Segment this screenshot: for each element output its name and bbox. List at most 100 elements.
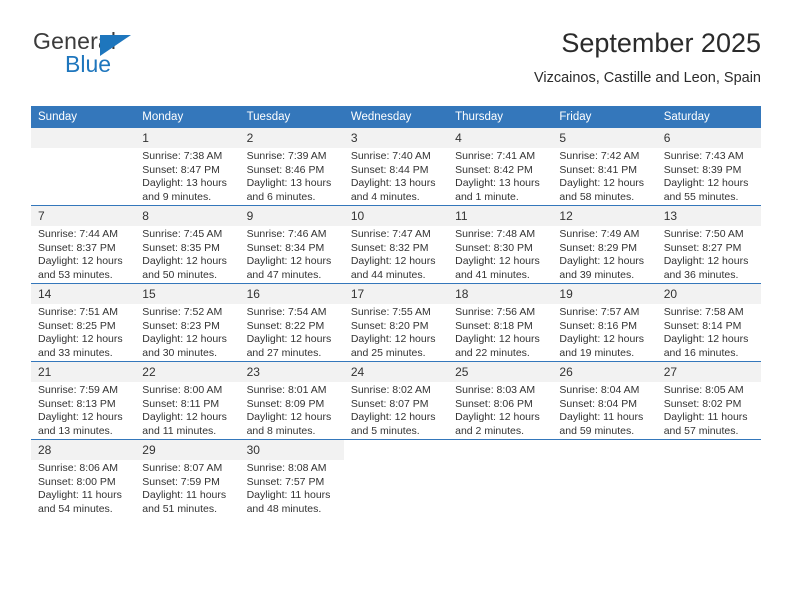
day-details: Sunrise: 7:43 AM Sunset: 8:39 PM Daylight:… [657,148,761,204]
calendar-day-cell[interactable]: 17 Sunrise: 7:55 AM Sunset: 8:20 PM Dayligh… [343,283,449,362]
day-number: 2 [239,128,344,148]
calendar-day-cell[interactable]: 27 Sunrise: 8:05 AM Sunset: 8:02 PM Dayligh… [656,361,761,440]
calendar-day-cell[interactable]: 12 Sunrise: 7:49 AM Sunset: 8:29 PM Dayligh… [552,205,657,284]
calendar-day-cell[interactable]: 3 Sunrise: 7:40 AM Sunset: 8:44 PM Daylight… [343,128,449,206]
day-number: 9 [239,206,344,226]
sunrise-text: Sunrise: 7:41 AM [455,150,536,162]
sunrise-text: Sunrise: 7:46 AM [246,228,327,240]
day-number: 7 [31,206,136,226]
calendar-day-cell[interactable]: 16 Sunrise: 7:54 AM Sunset: 8:22 PM Dayligh… [239,283,344,362]
calendar-day-cell[interactable]: 2 Sunrise: 7:39 AM Sunset: 8:46 PM Daylight… [239,128,344,206]
weekday-header-wednesday: Wednesday [343,106,449,128]
calendar-day-cell[interactable]: 15 Sunrise: 7:52 AM Sunset: 8:23 PM Dayligh… [135,283,240,362]
day-details: Sunrise: 8:01 AM Sunset: 8:09 PM Daylight:… [240,382,344,438]
calendar-day-cell[interactable]: 22 Sunrise: 8:00 AM Sunset: 8:11 PM Dayligh… [135,361,240,440]
day-number: 1 [135,128,240,148]
calendar-day-cell[interactable]: 14 Sunrise: 7:51 AM Sunset: 8:25 PM Dayligh… [31,283,136,362]
day-number [448,440,553,460]
day-number: 25 [448,362,553,382]
calendar-day-cell[interactable]: 11 Sunrise: 7:48 AM Sunset: 8:30 PM Dayligh… [448,205,553,284]
daylight-text: Daylight: 12 hours and 13 minutes. [38,411,123,437]
calendar-day-cell[interactable]: 4 Sunrise: 7:41 AM Sunset: 8:42 PM Daylight… [448,128,553,206]
calendar-day-cell[interactable]: 13 Sunrise: 7:50 AM Sunset: 8:27 PM Dayligh… [656,205,761,284]
calendar-day-cell[interactable]: 5 Sunrise: 7:42 AM Sunset: 8:41 PM Daylight… [552,128,657,206]
sunset-text: Sunset: 8:29 PM [559,241,638,254]
daylight-text: Daylight: 12 hours and 47 minutes. [246,255,332,281]
calendar-day-cell[interactable]: 25 Sunrise: 8:03 AM Sunset: 8:06 PM Dayligh… [448,361,553,440]
calendar-day-cell[interactable]: 28 Sunrise: 8:06 AM Sunset: 8:00 PM Dayligh… [31,439,136,517]
daylight-text: Daylight: 12 hours and 58 minutes. [559,177,645,203]
calendar-day-cell[interactable]: 20 Sunrise: 7:58 AM Sunset: 8:14 PM Dayligh… [656,283,761,362]
sunrise-text: Sunrise: 7:47 AM [350,228,431,240]
sunset-text: Sunset: 8:47 PM [142,163,220,176]
daylight-text: Daylight: 12 hours and 27 minutes. [246,333,332,359]
calendar-day-cell[interactable]: 18 Sunrise: 7:56 AM Sunset: 8:18 PM Dayligh… [448,283,553,362]
day-details: Sunrise: 8:06 AM Sunset: 8:00 PM Daylight:… [31,460,135,516]
calendar-day-cell[interactable]: 19 Sunrise: 7:57 AM Sunset: 8:16 PM Dayligh… [552,283,657,362]
daylight-text: Daylight: 12 hours and 5 minutes. [350,411,436,437]
day-details: Sunrise: 7:52 AM Sunset: 8:23 PM Daylight:… [135,304,239,360]
calendar-day-cell[interactable]: 1 Sunrise: 7:38 AM Sunset: 8:47 PM Daylight… [135,128,240,206]
weekday-header-row: Sunday Monday Tuesday Wednesday Thursday… [31,106,761,128]
calendar-day-cell[interactable]: 6 Sunrise: 7:43 AM Sunset: 8:39 PM Daylight… [656,128,761,206]
calendar-day-cell[interactable]: 9 Sunrise: 7:46 AM Sunset: 8:34 PM Daylight… [239,205,344,284]
daylight-text: Daylight: 11 hours and 51 minutes. [142,489,227,515]
sunrise-text: Sunrise: 7:56 AM [455,306,536,318]
day-details: Sunrise: 7:45 AM Sunset: 8:35 PM Daylight:… [135,226,239,282]
day-details: Sunrise: 8:07 AM Sunset: 7:59 PM Daylight:… [135,460,239,516]
daylight-text: Daylight: 12 hours and 25 minutes. [350,333,436,359]
day-details: Sunrise: 7:57 AM Sunset: 8:16 PM Daylight:… [552,304,656,360]
weekday-header-friday: Friday [552,106,657,128]
sunrise-text: Sunrise: 8:07 AM [142,462,223,474]
day-details: Sunrise: 7:51 AM Sunset: 8:25 PM Daylight:… [31,304,135,360]
sunrise-text: Sunrise: 7:49 AM [559,228,640,240]
generalblue-logo[interactable]: General Blue [31,26,211,84]
sunrise-text: Sunrise: 8:01 AM [246,384,327,396]
day-number: 20 [656,284,761,304]
calendar-day-cell[interactable]: 21 Sunrise: 7:59 AM Sunset: 8:13 PM Dayligh… [31,361,136,440]
calendar-day-cell[interactable]: 24 Sunrise: 8:02 AM Sunset: 8:07 PM Dayligh… [343,361,449,440]
sunrise-text: Sunrise: 7:51 AM [38,306,118,318]
calendar-day-cell[interactable]: 23 Sunrise: 8:01 AM Sunset: 8:09 PM Dayligh… [239,361,344,440]
sunset-text: Sunset: 8:09 PM [246,397,325,410]
calendar-week-row: 14 Sunrise: 7:51 AM Sunset: 8:25 PM Dayligh… [31,283,761,362]
daylight-text: Daylight: 12 hours and 22 minutes. [455,333,540,359]
calendar-day-cell[interactable]: 29 Sunrise: 8:07 AM Sunset: 7:59 PM Dayligh… [135,439,240,517]
day-number: 5 [552,128,657,148]
day-details: Sunrise: 8:04 AM Sunset: 8:04 PM Daylight:… [552,382,656,438]
daylight-text: Daylight: 12 hours and 11 minutes. [142,411,227,437]
sunrise-text: Sunrise: 7:52 AM [142,306,223,318]
calendar-empty-cell [656,439,761,517]
sunrise-text: Sunrise: 8:08 AM [246,462,327,474]
page-title: September 2025 [561,28,761,58]
day-number: 3 [343,128,449,148]
daylight-text: Daylight: 13 hours and 1 minute. [455,177,540,203]
calendar-empty-cell [552,439,657,517]
daylight-text: Daylight: 12 hours and 36 minutes. [663,255,749,281]
day-number: 27 [656,362,761,382]
calendar-day-cell[interactable]: 26 Sunrise: 8:04 AM Sunset: 8:04 PM Dayligh… [552,361,657,440]
sunrise-text: Sunrise: 7:44 AM [38,228,118,240]
calendar-day-cell[interactable]: 7 Sunrise: 7:44 AM Sunset: 8:37 PM Daylight… [31,205,136,284]
sunset-text: Sunset: 8:32 PM [350,241,429,254]
calendar-page: General Blue September 2025 Vizcainos, C… [0,0,792,612]
calendar-day-cell[interactable]: 10 Sunrise: 7:47 AM Sunset: 8:32 PM Dayligh… [343,205,449,284]
daylight-text: Daylight: 12 hours and 53 minutes. [38,255,123,281]
sunrise-text: Sunrise: 7:39 AM [246,150,327,162]
day-details: Sunrise: 7:44 AM Sunset: 8:37 PM Daylight:… [31,226,135,282]
sunrise-text: Sunrise: 8:06 AM [38,462,118,474]
weekday-header-saturday: Saturday [656,106,761,128]
day-details: Sunrise: 7:56 AM Sunset: 8:18 PM Daylight:… [448,304,552,360]
day-number: 29 [135,440,240,460]
title-block: September 2025 Vizcainos, Castille and L… [534,26,761,88]
calendar-day-cell[interactable]: 8 Sunrise: 7:45 AM Sunset: 8:35 PM Daylight… [135,205,240,284]
day-number: 30 [239,440,344,460]
calendar-day-cell[interactable]: 30 Sunrise: 8:08 AM Sunset: 7:57 PM Dayligh… [239,439,344,517]
sunset-text: Sunset: 8:04 PM [559,397,638,410]
sunrise-text: Sunrise: 7:38 AM [142,150,223,162]
daylight-text: Daylight: 13 hours and 4 minutes. [350,177,436,203]
daylight-text: Daylight: 12 hours and 39 minutes. [559,255,645,281]
day-number [552,440,657,460]
daylight-text: Daylight: 12 hours and 41 minutes. [455,255,540,281]
sunset-text: Sunset: 8:07 PM [350,397,429,410]
